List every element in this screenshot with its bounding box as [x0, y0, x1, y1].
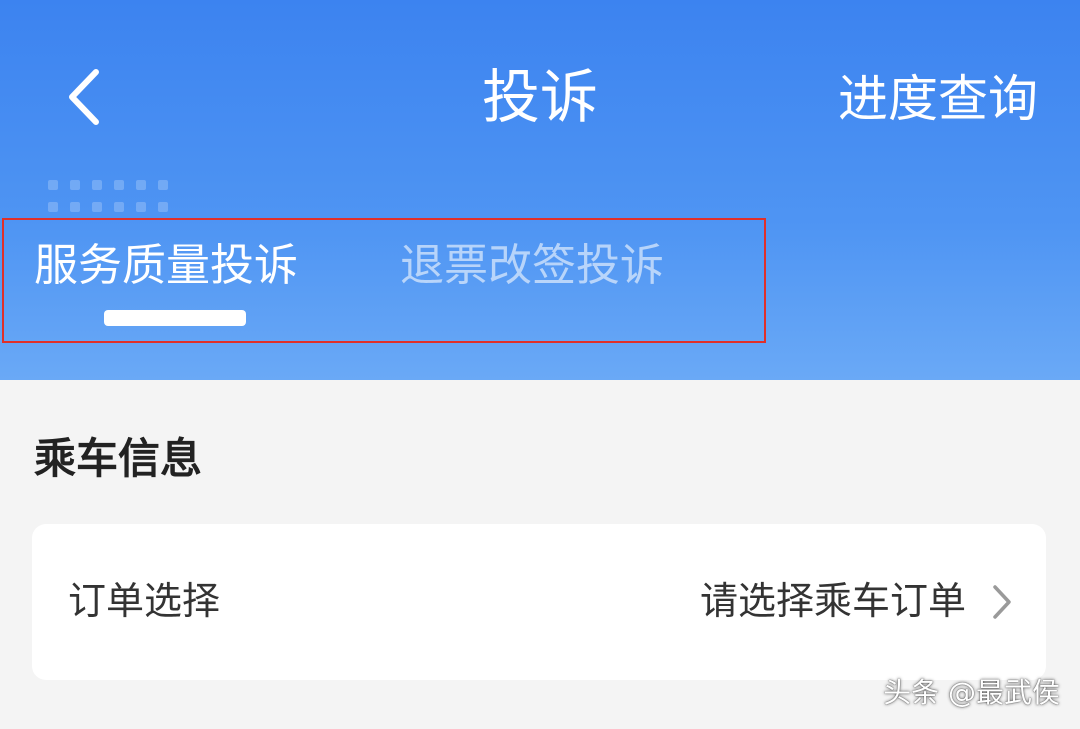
chevron-right-icon: [988, 582, 1016, 622]
header-bar: 投诉 进度查询 服务质量投诉 退票改签投诉: [0, 0, 1080, 380]
order-select-row[interactable]: 订单选择 请选择乘车订单: [32, 524, 1046, 680]
order-select-label: 订单选择: [68, 579, 221, 623]
active-tab-indicator: [104, 310, 246, 326]
decorative-dots-icon: [48, 180, 168, 212]
progress-query-link[interactable]: 进度查询: [838, 64, 1038, 134]
tab-refund-change[interactable]: 退票改签投诉: [400, 238, 664, 294]
section-title: 乘车信息: [34, 434, 203, 483]
watermark-text: 头条 @最武侯: [883, 676, 1060, 709]
tab-service-quality[interactable]: 服务质量投诉: [34, 238, 298, 294]
order-select-value: 请选择乘车订单: [699, 579, 966, 623]
complaint-tabs: 服务质量投诉 退票改签投诉: [2, 218, 766, 343]
